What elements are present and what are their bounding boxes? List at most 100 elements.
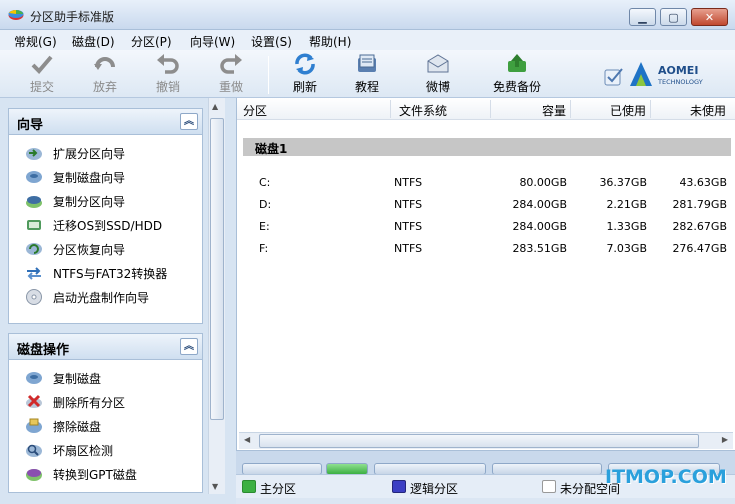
wizard-item-copy-disk[interactable]: 复制磁盘向导 [9, 165, 202, 189]
disk-operations-collapse-button[interactable]: ︽ [180, 338, 198, 355]
undo-button[interactable]: 撤销 [140, 52, 196, 96]
legend-primary-label: 主分区 [260, 482, 297, 496]
weibo-label: 微博 [425, 80, 450, 94]
cell-partition: F: [259, 242, 269, 255]
maximize-icon: ▢ [668, 10, 679, 24]
col-filesystem[interactable]: 文件系统 [399, 102, 447, 119]
menu-wizard[interactable]: 向导(W) [190, 33, 235, 50]
scroll-right-icon[interactable]: ▶ [722, 435, 728, 444]
scroll-left-icon[interactable]: ◀ [244, 435, 250, 444]
app-icon [8, 10, 24, 20]
cell-filesystem: NTFS [394, 242, 423, 255]
scroll-up-icon[interactable]: ▲ [212, 102, 218, 111]
cell-partition: C: [259, 176, 271, 189]
col-capacity[interactable]: 容量 [542, 102, 566, 119]
minimize-button[interactable]: ▁ [629, 8, 656, 26]
copy-disk-icon [26, 372, 42, 384]
refresh-button[interactable]: 刷新 [277, 52, 333, 96]
wizard-item-label: 复制磁盘向导 [53, 171, 126, 185]
boot-disc-icon [26, 289, 42, 305]
toolbar-separator [268, 56, 269, 94]
scroll-down-icon[interactable]: ▼ [212, 482, 218, 491]
undo-icon [157, 54, 179, 74]
wizard-item-label: 扩展分区向导 [53, 147, 126, 161]
disk-operations-group-header: 磁盘操作 ︽ [9, 334, 202, 360]
redo-button[interactable]: 重做 [203, 52, 259, 96]
legend-logical-swatch [392, 480, 406, 493]
legend-logical-label: 逻辑分区 [410, 482, 459, 496]
disk-operations-group-title: 磁盘操作 [17, 343, 70, 358]
col-free[interactable]: 未使用 [690, 102, 726, 119]
aomei-logo: AOMEI TECHNOLOGY [628, 60, 728, 90]
left-vertical-scrollbar[interactable]: ▲ ▼ [208, 98, 225, 494]
wizard-item-copy-partition[interactable]: 复制分区向导 [9, 189, 202, 213]
wizard-item-extend-partition[interactable]: 扩展分区向导 [9, 141, 202, 165]
cell-free: 281.79GB [672, 198, 727, 211]
undo-label: 撤销 [155, 80, 180, 94]
wizard-collapse-button[interactable]: ︽ [180, 113, 198, 130]
logo-brand: AOMEI [658, 64, 699, 77]
tutorial-button[interactable]: 教程 [339, 52, 395, 96]
wizard-item-ntfs-fat32-converter[interactable]: NTFS与FAT32转换器 [9, 261, 202, 285]
cell-partition: E: [259, 220, 270, 233]
disk-item-convert-gpt[interactable]: 转换到GPT磁盘 [9, 462, 202, 486]
horizontal-scroll-thumb[interactable] [259, 434, 699, 448]
maximize-button[interactable]: ▢ [660, 8, 687, 26]
convert-icon [27, 267, 41, 280]
left-panel: 向导 ︽ 扩展分区向导 复制磁盘向导 复制分区向导 迁移OS到SSD/HDD 分… [0, 98, 236, 494]
disk-item-copy-disk[interactable]: 复制磁盘 [9, 366, 202, 390]
commit-button[interactable]: 提交 [14, 52, 70, 96]
wizard-item-label: 分区恢复向导 [53, 243, 126, 257]
checkbox-icon[interactable] [604, 67, 624, 87]
wizard-item-partition-recovery[interactable]: 分区恢复向导 [9, 237, 202, 261]
backup-icon [508, 54, 526, 72]
disk-header-row[interactable]: 磁盘1 [243, 138, 731, 156]
menu-partition[interactable]: 分区(P) [131, 33, 172, 50]
commit-label: 提交 [29, 80, 54, 94]
refresh-label: 刷新 [292, 80, 317, 94]
col-used[interactable]: 已使用 [610, 102, 646, 119]
wizard-item-migrate-os[interactable]: 迁移OS到SSD/HDD [9, 213, 202, 237]
table-row[interactable]: D: NTFS 284.00GB 2.21GB 281.79GB [237, 194, 735, 216]
legend-unallocated-swatch [542, 480, 556, 493]
disk-label: 磁盘1 [255, 142, 288, 156]
cell-used: 2.21GB [606, 198, 647, 211]
disk-item-label: 转换到GPT磁盘 [53, 468, 137, 482]
table-row[interactable]: F: NTFS 283.51GB 7.03GB 276.47GB [237, 238, 735, 260]
left-scroll-thumb[interactable] [210, 118, 224, 420]
table-row[interactable]: E: NTFS 284.00GB 1.33GB 282.67GB [237, 216, 735, 238]
weibo-button[interactable]: 微博 [410, 52, 466, 96]
wizard-item-boot-disc[interactable]: 启动光盘制作向导 [9, 285, 202, 309]
disk-item-bad-sector-check[interactable]: 坏扇区检测 [9, 438, 202, 462]
menu-disk[interactable]: 磁盘(D) [72, 33, 115, 50]
table-row[interactable]: C: NTFS 80.00GB 36.37GB 43.63GB [237, 172, 735, 194]
close-icon: ✕ [704, 10, 715, 24]
column-divider [390, 100, 391, 118]
menu-general[interactable]: 常规(G) [14, 33, 57, 50]
watermark: ITMOP.COM [605, 466, 727, 488]
free-backup-button[interactable]: 免费备份 [488, 52, 546, 96]
close-button[interactable]: ✕ [691, 8, 728, 26]
wizard-group-title: 向导 [17, 118, 44, 133]
free-backup-label: 免费备份 [492, 80, 541, 94]
toolbar: 提交 放弃 撤销 重做 刷新 教程 微博 免费备份 [0, 50, 735, 98]
menu-settings[interactable]: 设置(S) [251, 33, 292, 50]
cell-free: 43.63GB [679, 176, 727, 189]
redo-icon [220, 54, 242, 74]
bad-sector-icon [26, 444, 42, 457]
wizard-item-label: 复制分区向导 [53, 195, 126, 209]
disk-item-wipe-disk[interactable]: 擦除磁盘 [9, 414, 202, 438]
column-divider [650, 100, 651, 118]
partition-list-panel: 分区 文件系统 容量 已使用 未使用 磁盘1 C: NTFS 80.00GB 3… [236, 98, 735, 450]
discard-button[interactable]: 放弃 [77, 52, 133, 96]
menu-help[interactable]: 帮助(H) [309, 33, 351, 50]
tutorial-icon [358, 54, 376, 72]
cell-free: 276.47GB [672, 242, 727, 255]
disk-item-delete-all-partitions[interactable]: 删除所有分区 [9, 390, 202, 414]
convert-gpt-icon [26, 469, 42, 481]
cell-used: 7.03GB [606, 242, 647, 255]
cell-filesystem: NTFS [394, 220, 423, 233]
col-partition[interactable]: 分区 [243, 102, 267, 119]
horizontal-scrollbar[interactable]: ◀ ▶ [239, 432, 733, 449]
menu-bar: 常规(G) 磁盘(D) 分区(P) 向导(W) 设置(S) 帮助(H) [0, 30, 735, 50]
